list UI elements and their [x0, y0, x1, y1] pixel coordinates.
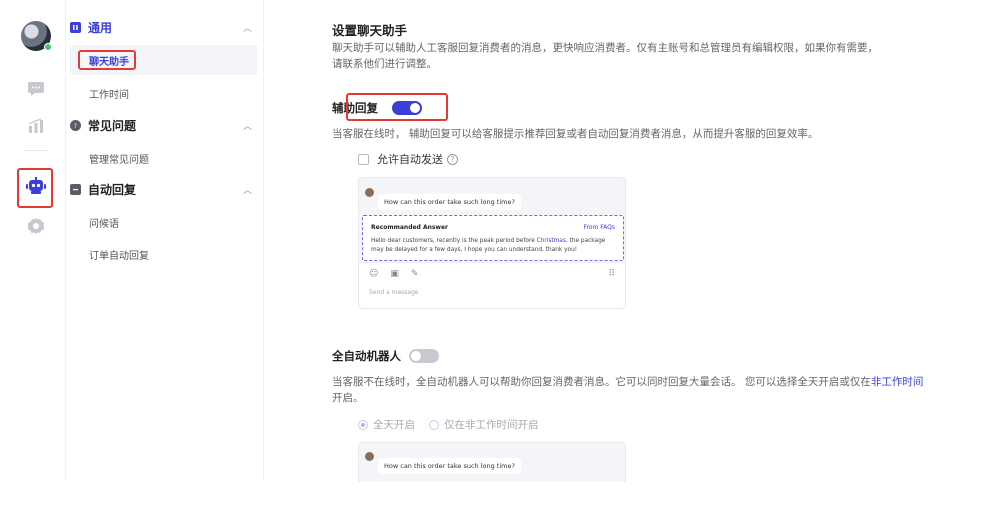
menu-group-faq[interactable]: ? 常见问题 ︿: [66, 111, 264, 139]
recommended-answer-body: Hello dear customers, recently is the pe…: [371, 238, 606, 253]
page-title: 设置聊天助手: [332, 23, 408, 38]
customer-avatar: [365, 188, 374, 197]
robot-toggle[interactable]: [409, 349, 439, 363]
online-status-dot: [44, 43, 52, 51]
assist-reply-highlight-box: [346, 93, 448, 121]
intro-line-2: 请联系他们进行调整。: [332, 58, 437, 70]
keyword-highlight: Christmas: [536, 238, 566, 244]
recommended-answer-title: Recommanded Answer: [371, 224, 448, 231]
main-content: 设置聊天助手 聊天助手可以辅助人工客服回复消费者的消息，更快响应消费者。仅有主账…: [264, 0, 988, 510]
radio-non-working[interactable]: [429, 419, 439, 430]
settings-menu: 通用 ︿ 聊天助手 工作时间 ? 常见问题 ︿ 管理常见问题 自动回复 ︿ 问候…: [66, 0, 264, 480]
chevron-up-icon[interactable]: ︿: [243, 21, 252, 34]
menu-group-label: 常见问题: [88, 118, 137, 133]
radio-non-working-label: 仅在非工作时间开启: [444, 419, 539, 431]
chevron-up-icon[interactable]: ︿: [243, 183, 252, 196]
assist-preview-card: How can this order take such long time? …: [358, 177, 626, 309]
customer-question: How can this order take such long time?: [378, 194, 521, 210]
customer-message: How can this order take such long time?: [365, 452, 521, 474]
menu-group-label: 通用: [88, 20, 113, 35]
menu-item-manage-faq[interactable]: 管理常见问题: [70, 143, 258, 173]
customer-message: How can this order take such long time?: [365, 188, 521, 210]
robot-mode-options: 全天开启 仅在非工作时间开启: [358, 417, 553, 432]
robot-highlight-box: [17, 168, 53, 208]
recommended-answer-source[interactable]: From FAQs: [583, 224, 615, 231]
chevron-up-icon[interactable]: ︿: [243, 119, 252, 132]
menu-item-working-hours[interactable]: 工作时间: [70, 78, 258, 108]
auto-send-label: 允许自动发送: [377, 153, 443, 166]
chat-assistant-highlight-box: [78, 50, 136, 70]
customer-avatar: [365, 452, 374, 461]
edit-icon[interactable]: ✎: [411, 269, 419, 279]
intro-line-1: 聊天助手可以辅助人工客服回复消费者的消息，更快响应消费者。仅有主账号和总管理员有…: [332, 42, 878, 54]
auto-send-row: 允许自动发送 ?: [358, 151, 458, 167]
menu-item-greeting[interactable]: 问候语: [70, 207, 258, 237]
message-composer: ☺ ▣ ✎ ⠿ Send a message: [359, 262, 625, 308]
radio-all-day[interactable]: [358, 419, 368, 430]
robot-row: 全自动机器人: [332, 348, 439, 364]
menu-group-auto-reply[interactable]: 自动回复 ︿: [66, 175, 264, 203]
gear-icon[interactable]: [25, 215, 47, 237]
non-working-hours-link[interactable]: 非工作时间: [871, 376, 924, 388]
svg-text:?: ?: [74, 123, 77, 129]
menu-item-order-auto-reply[interactable]: 订单自动回复: [70, 239, 258, 269]
apps-grid-icon[interactable]: ⠿: [608, 269, 615, 279]
radio-all-day-label: 全天开启: [373, 419, 415, 431]
composer-toolbar: ☺ ▣ ✎: [369, 269, 418, 279]
assist-reply-description: 当客服在线时， 辅助回复可以给客服提示推荐回复或者自动回复消费者消息，从而提升客…: [332, 128, 819, 140]
menu-group-label: 自动回复: [88, 182, 137, 197]
rail-divider: [24, 150, 48, 151]
menu-group-general[interactable]: 通用 ︿: [66, 13, 264, 41]
question-circle-icon: ?: [70, 119, 81, 131]
auto-send-checkbox[interactable]: [358, 153, 369, 165]
robot-label: 全自动机器人: [332, 349, 401, 363]
toggle-knob: [411, 351, 421, 361]
message-square-icon: [70, 183, 81, 195]
help-circle-icon[interactable]: ?: [447, 153, 458, 165]
message-input[interactable]: Send a message: [369, 289, 419, 296]
image-icon[interactable]: ▣: [390, 269, 399, 279]
robot-preview-card: How can this order take such long time?: [358, 442, 626, 482]
chat-bubble-icon[interactable]: [25, 78, 47, 100]
robot-description: 当客服不在线时，全自动机器人可以帮助你回复消费者消息。它可以同时回复大量会话。 …: [332, 376, 924, 404]
info-square-icon: [70, 21, 81, 33]
customer-question: How can this order take such long time?: [378, 458, 521, 474]
recommended-answer-box: Recommanded Answer From FAQs Hello dear …: [362, 215, 624, 261]
left-rail: [0, 0, 66, 480]
bar-chart-icon[interactable]: [25, 115, 47, 137]
emoji-icon[interactable]: ☺: [369, 269, 378, 279]
